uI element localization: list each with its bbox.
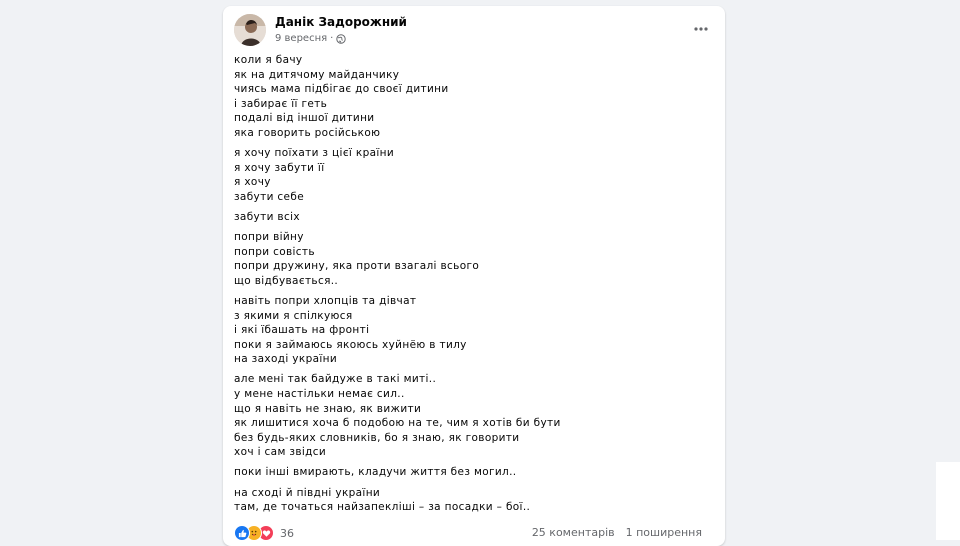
post-text-line: попри війну — [234, 231, 304, 244]
post-stanza: але мені так байдуже в такі миті.. у мене… — [234, 372, 714, 460]
post-text-line: подалі від іншої дитини — [234, 112, 375, 125]
post-text: коли я бачу як на дитячому майданчику чияс… — [234, 53, 714, 520]
avatar-photo-icon — [234, 14, 266, 46]
post-stanza: на сході й півдні україни там, де точатьс… — [234, 486, 714, 515]
post-text-line: яка говорить російською — [234, 126, 381, 139]
author-avatar[interactable] — [234, 14, 266, 46]
post-text-line: хоч і сам звідси — [234, 446, 327, 459]
post-text-line: у мене настільки немає сил.. — [234, 387, 405, 400]
reactions-summary[interactable]: 36 — [234, 525, 294, 541]
post-text-line: забути себе — [234, 190, 305, 203]
more-options-button[interactable] — [690, 20, 712, 38]
comments-count-link[interactable]: 25 коментарів — [532, 526, 615, 539]
post-stanza: поки інші вмирають, кладучи життя без мо… — [234, 465, 714, 480]
post-text-line: що відбувається.. — [234, 274, 339, 287]
meta-separator: · — [330, 33, 334, 44]
post-stanza: попри війну попри совість попри дружину, я… — [234, 230, 714, 288]
post-text-line: з якими я спілкуюся — [234, 309, 353, 322]
post-stanza: забути всіх — [234, 210, 714, 225]
post-text-line: на заході україни — [234, 353, 338, 366]
post-text-line: але мені так байдуже в такі миті.. — [234, 373, 437, 386]
post-stanza: я хочу поїхати з цієї країни я хочу забут… — [234, 146, 714, 204]
post-text-line: поки я займаюсь якоюсь хуйнёю в тилу — [234, 338, 467, 351]
post-meta: 9 вересня · — [275, 33, 347, 44]
engagement-stats: 25 коментарів 1 поширення — [532, 526, 702, 539]
post-text-line: попри дружину, яка проти взагалі всього — [234, 260, 480, 273]
post-date[interactable]: 9 вересня — [275, 33, 327, 44]
post-text-line: там, де точаться найзапекліші – за посад… — [234, 501, 531, 514]
post-header: Данік Задорожний 9 вересня · — [234, 14, 714, 48]
post-text-line: чиясь мама підбігає до своєї дитини — [234, 83, 449, 96]
post-text-line: коли я бачу — [234, 54, 303, 66]
adjacent-panel-edge — [936, 462, 960, 540]
post-text-line: забути всіх — [234, 210, 300, 223]
post-text-line: я хочу забути її — [234, 161, 325, 174]
post-text-line: що я навіть не знаю, як вижити — [234, 402, 422, 415]
author-name[interactable]: Данік Задорожний — [275, 15, 407, 29]
post-stanza: коли я бачу як на дитячому майданчику чияс… — [234, 53, 714, 141]
post-stanza: навіть попри хлопців та дівчат з якими я … — [234, 294, 714, 367]
facebook-post: Данік Задорожний 9 вересня · коли я бачу… — [223, 6, 725, 546]
post-text-line: без будь-яких словників, бо я знаю, як г… — [234, 431, 520, 444]
post-text-line: навіть попри хлопців та дівчат — [234, 294, 417, 307]
post-text-line: я хочу поїхати з цієї країни — [234, 147, 395, 160]
like-icon — [234, 525, 250, 541]
more-options-icon — [694, 27, 708, 31]
globe-icon[interactable] — [336, 33, 347, 44]
post-text-line: як на дитячому майданчику — [234, 68, 400, 81]
post-text-line: поки інші вмирають, кладучи життя без мо… — [234, 466, 517, 479]
post-text-line: я хочу — [234, 176, 271, 189]
reaction-count: 36 — [280, 526, 294, 540]
shares-count-link[interactable]: 1 поширення — [626, 526, 702, 539]
post-text-line: попри совість — [234, 245, 315, 258]
post-footer: 36 25 коментарів 1 поширення — [234, 524, 714, 544]
post-text-line: як лишитися хоча б подобою на те, чим я … — [234, 417, 561, 430]
post-text-line: і які їбашать на фронті — [234, 324, 370, 337]
post-text-line: на сході й півдні україни — [234, 486, 381, 499]
post-text-line: і забирає її геть — [234, 97, 328, 110]
